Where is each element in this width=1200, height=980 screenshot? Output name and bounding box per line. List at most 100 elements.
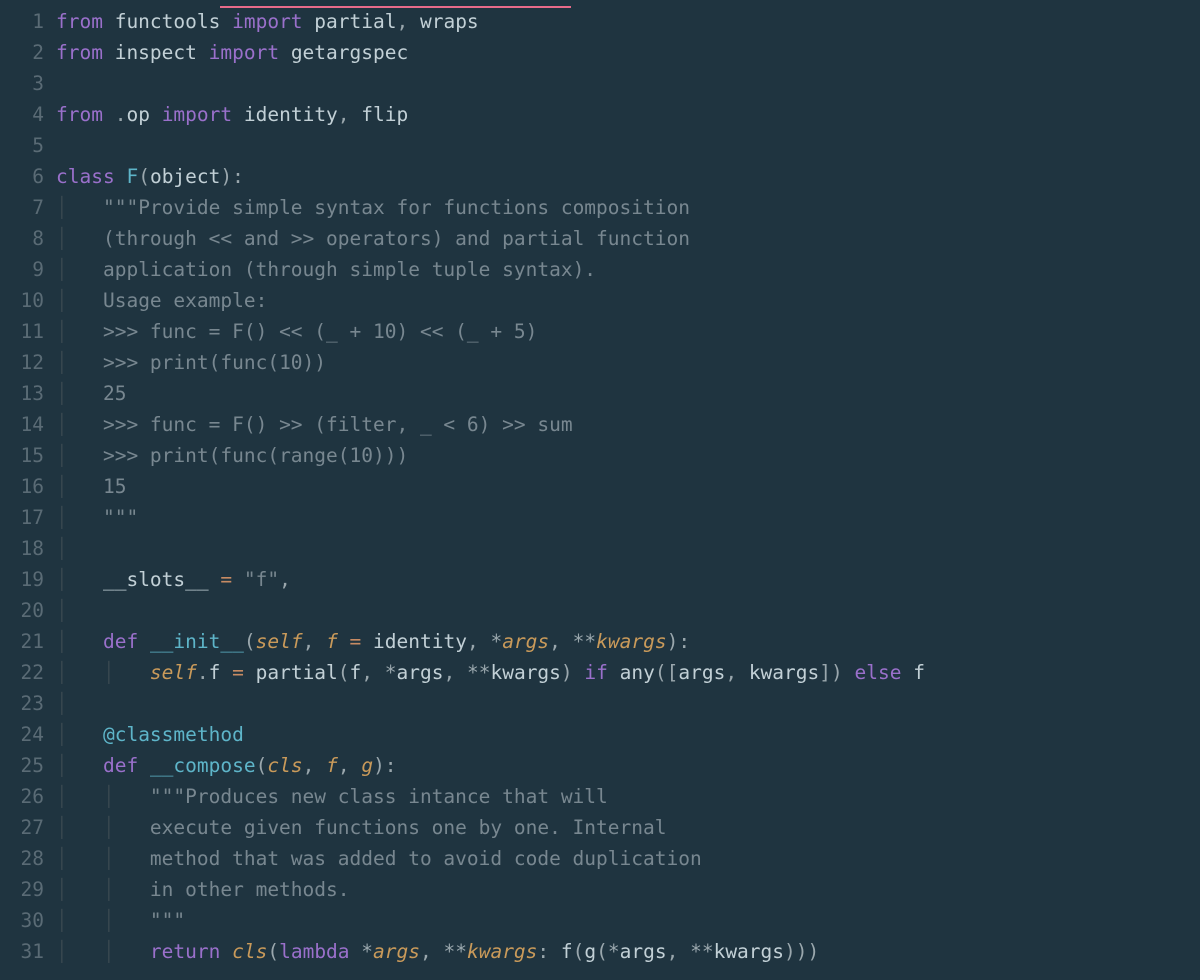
token-guide: │	[56, 413, 103, 436]
code-line[interactable]: │ >>> print(func(10))	[56, 347, 1200, 378]
token-id: any	[620, 661, 655, 684]
line-number: 13	[0, 378, 44, 409]
token-kw: import	[209, 41, 291, 64]
token-self: self	[256, 630, 303, 653]
token-guide: │ │	[56, 785, 150, 808]
code-line[interactable]: │ │ execute given functions one by one. …	[56, 812, 1200, 843]
token-str: Usage example:	[103, 289, 267, 312]
line-number: 20	[0, 595, 44, 626]
code-line[interactable]: │ 25	[56, 378, 1200, 409]
line-number: 27	[0, 812, 44, 843]
token-punct: ,	[396, 10, 419, 33]
token-punct: ):	[373, 754, 396, 777]
token-id: identity	[373, 630, 467, 653]
line-number: 26	[0, 781, 44, 812]
token-id: identity	[244, 103, 338, 126]
token-guide: │	[56, 320, 103, 343]
token-kw: from	[56, 103, 115, 126]
code-line[interactable]: │ (through << and >> operators) and part…	[56, 223, 1200, 254]
code-line[interactable]: from .op import identity, flip	[56, 99, 1200, 130]
token-op: =	[338, 630, 373, 653]
token-kw: def	[103, 630, 150, 653]
code-line[interactable]: │ def __compose(cls, f, g):	[56, 750, 1200, 781]
token-guide: │	[56, 723, 103, 746]
code-line[interactable]: │ │ method that was added to avoid code …	[56, 843, 1200, 874]
code-line[interactable]: │ >>> func = F() >> (filter, _ < 6) >> s…	[56, 409, 1200, 440]
line-number: 9	[0, 254, 44, 285]
token-id: args	[397, 661, 444, 684]
code-line[interactable]: │ │ in other methods.	[56, 874, 1200, 905]
line-number: 17	[0, 502, 44, 533]
code-line[interactable]: │ │ """Produces new class intance that w…	[56, 781, 1200, 812]
code-line[interactable]: │ Usage example:	[56, 285, 1200, 316]
code-line[interactable]: │ """	[56, 502, 1200, 533]
code-line[interactable]: │ │ self.f = partial(f, *args, **kwargs)…	[56, 657, 1200, 688]
code-line[interactable]: │ 15	[56, 471, 1200, 502]
token-kw: from	[56, 10, 115, 33]
code-line[interactable]: │ >>> print(func(range(10)))	[56, 440, 1200, 471]
token-param: f	[326, 630, 338, 653]
token-param: kwargs	[467, 940, 537, 963]
token-kw: class	[56, 165, 126, 188]
token-str: execute given functions one by one. Inte…	[150, 816, 667, 839]
code-editor[interactable]: 1234567891011121314151617181920212223242…	[0, 0, 1200, 980]
token-punct: , **	[420, 940, 467, 963]
token-kw: def	[103, 754, 150, 777]
code-line[interactable]: │ __slots__ = "f",	[56, 564, 1200, 595]
token-str: >>> func = F() << (_ + 10) << (_ + 5)	[103, 320, 537, 343]
token-str: application (through simple tuple syntax…	[103, 258, 596, 281]
token-punct: ,	[338, 754, 361, 777]
token-guide: │ │	[56, 940, 150, 963]
code-line[interactable]: │ >>> func = F() << (_ + 10) << (_ + 5)	[56, 316, 1200, 347]
token-punct: ,	[303, 630, 326, 653]
line-number: 1	[0, 6, 44, 37]
token-param: args	[373, 940, 420, 963]
line-number-gutter: 1234567891011121314151617181920212223242…	[0, 0, 56, 980]
token-param: f	[326, 754, 338, 777]
code-line[interactable]: │ application (through simple tuple synt…	[56, 254, 1200, 285]
token-guide: │ │	[56, 878, 150, 901]
code-line[interactable]: from inspect import getargspec	[56, 37, 1200, 68]
code-line[interactable]	[56, 130, 1200, 161]
code-line[interactable]: │ @classmethod	[56, 719, 1200, 750]
code-line[interactable]: │ │ return cls(lambda *args, **kwargs: f…	[56, 936, 1200, 967]
code-line[interactable]: │ │ """	[56, 905, 1200, 936]
token-id: wraps	[420, 10, 479, 33]
line-number: 5	[0, 130, 44, 161]
line-number: 3	[0, 68, 44, 99]
token-kw: if	[584, 661, 619, 684]
token-punct: , **	[444, 661, 491, 684]
token-id: kwargs	[749, 661, 819, 684]
token-punct: ,	[279, 568, 291, 591]
code-line[interactable]: │ """Provide simple syntax for functions…	[56, 192, 1200, 223]
token-punct: (	[256, 754, 268, 777]
token-kw: else	[855, 661, 914, 684]
token-kw: import	[232, 10, 314, 33]
token-str: method that was added to avoid code dupl…	[150, 847, 702, 870]
token-str: """	[103, 506, 138, 529]
token-guide: │ │	[56, 909, 150, 932]
code-line[interactable]: │	[56, 688, 1200, 719]
token-punct: (*	[596, 940, 619, 963]
code-line[interactable]	[56, 68, 1200, 99]
token-punct: , *	[467, 630, 502, 653]
line-number: 7	[0, 192, 44, 223]
token-guide: │ │	[56, 816, 150, 839]
line-number: 21	[0, 626, 44, 657]
token-kw: import	[162, 103, 244, 126]
token-id: args	[678, 661, 725, 684]
token-guide: │	[56, 196, 103, 219]
line-number: 30	[0, 905, 44, 936]
code-line[interactable]: from functools import partial, wraps	[56, 6, 1200, 37]
line-number: 2	[0, 37, 44, 68]
code-line[interactable]: │ def __init__(self, f = identity, *args…	[56, 626, 1200, 657]
code-line[interactable]: │	[56, 595, 1200, 626]
code-area[interactable]: from functools import partial, wrapsfrom…	[56, 0, 1200, 980]
token-str: 25	[103, 382, 126, 405]
token-str: (through << and >> operators) and partia…	[103, 227, 690, 250]
code-line[interactable]: │	[56, 533, 1200, 564]
line-number: 29	[0, 874, 44, 905]
code-line[interactable]: class F(object):	[56, 161, 1200, 192]
token-kw: lambda	[279, 940, 361, 963]
token-punct: .	[197, 661, 209, 684]
